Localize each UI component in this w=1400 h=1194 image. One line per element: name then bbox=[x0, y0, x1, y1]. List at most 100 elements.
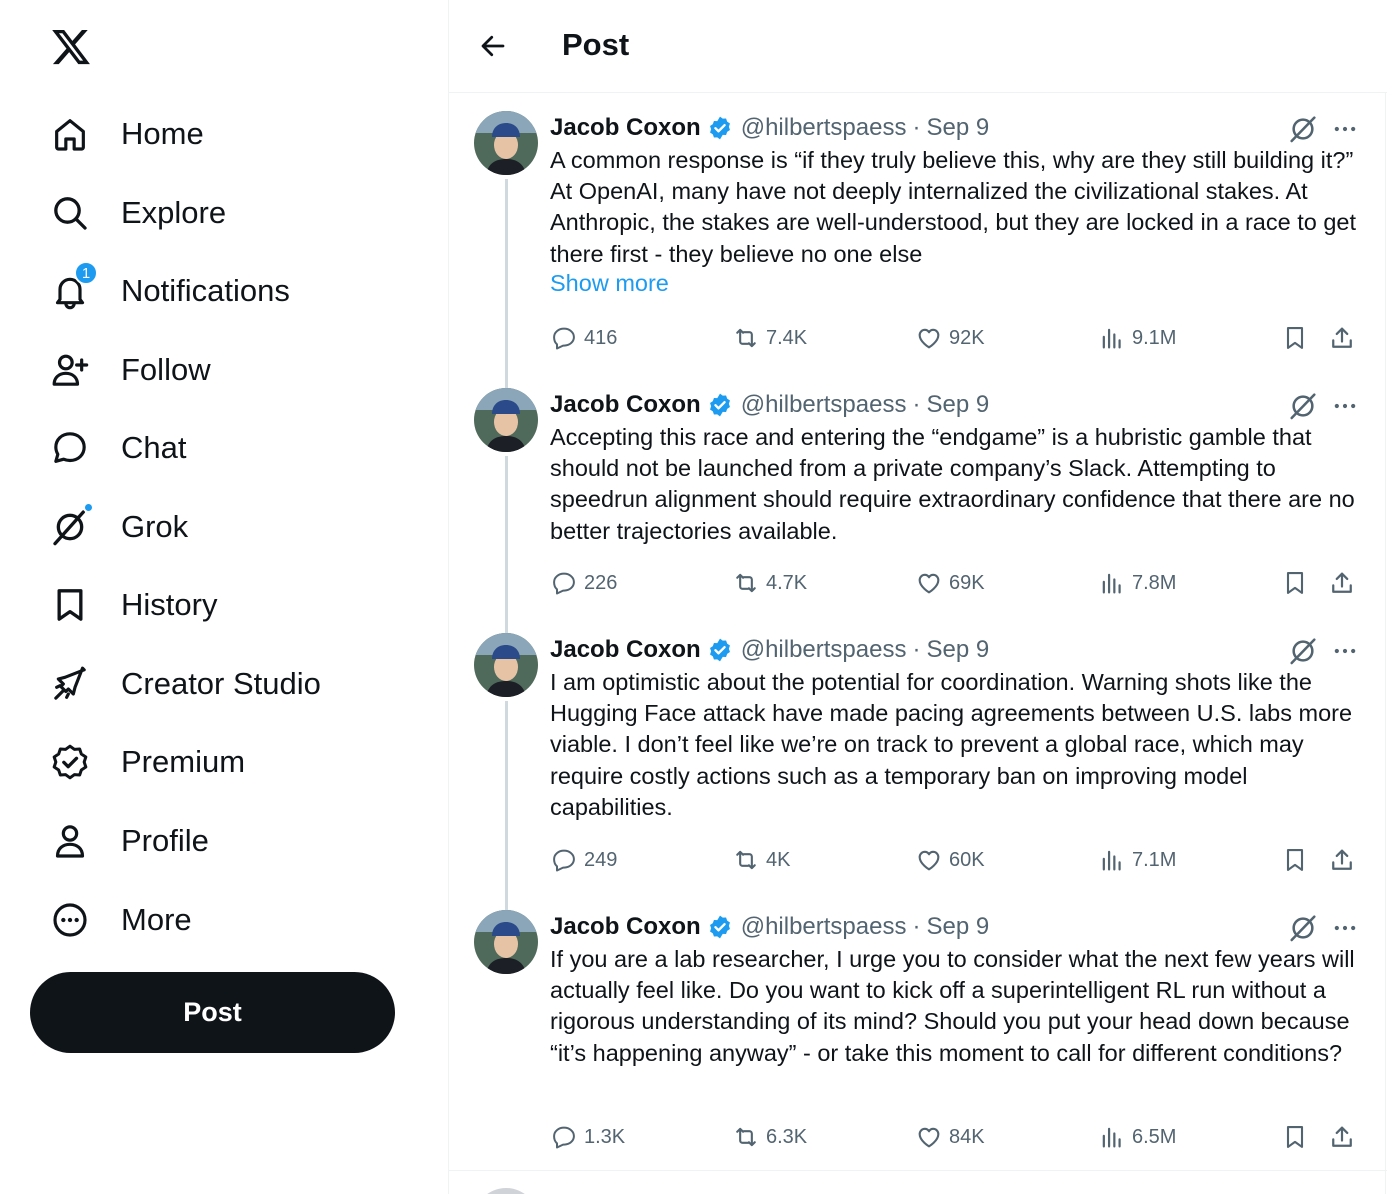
views-count: 7.1M bbox=[1132, 848, 1177, 871]
nav-chat[interactable]: Chat bbox=[48, 418, 186, 478]
reply-icon bbox=[553, 1126, 575, 1149]
share-icon bbox=[1332, 849, 1352, 870]
share-button[interactable] bbox=[1328, 320, 1356, 356]
repost-button[interactable]: 4.7K bbox=[732, 565, 807, 601]
views-button[interactable]: 9.1M bbox=[1098, 320, 1176, 356]
share-icon bbox=[1332, 1126, 1352, 1147]
reply-button[interactable]: 416 bbox=[550, 320, 617, 356]
back-arrow-icon[interactable] bbox=[473, 26, 513, 66]
bookmark-button[interactable] bbox=[1281, 842, 1309, 878]
grok-icon[interactable] bbox=[1287, 912, 1319, 944]
like-count: 92K bbox=[949, 326, 985, 349]
share-icon bbox=[1332, 572, 1352, 593]
more-options-icon[interactable] bbox=[1329, 390, 1361, 422]
grok-icon[interactable] bbox=[1287, 635, 1319, 667]
share-icon bbox=[1332, 327, 1352, 348]
like-button[interactable]: 92K bbox=[915, 320, 985, 356]
nav-home[interactable]: Home bbox=[48, 104, 204, 164]
more-options-icon[interactable] bbox=[1329, 113, 1361, 145]
heart-icon bbox=[918, 850, 940, 871]
like-button[interactable]: 84K bbox=[915, 1119, 985, 1155]
share-button[interactable] bbox=[1328, 565, 1356, 601]
author-handle[interactable]: @hilbertspaess bbox=[741, 114, 907, 142]
bookmark-button[interactable] bbox=[1281, 320, 1309, 356]
tweet-date[interactable]: Sep 9 bbox=[926, 913, 989, 941]
tweet-text: I am optimistic about the potential for … bbox=[550, 669, 1353, 820]
nav-notifications[interactable]: 1 Notifications bbox=[48, 261, 290, 321]
reply-button[interactable]: 226 bbox=[550, 565, 617, 601]
repost-icon bbox=[736, 850, 756, 870]
tweet-date[interactable]: Sep 9 bbox=[926, 114, 989, 142]
grok-icon[interactable] bbox=[1287, 113, 1319, 145]
views-button[interactable]: 6.5M bbox=[1098, 1119, 1176, 1155]
views-count: 7.8M bbox=[1132, 571, 1177, 594]
tweet-actions: 249 4K 60K 7.1M bbox=[550, 842, 1361, 878]
share-button[interactable] bbox=[1328, 842, 1356, 878]
tweet-header: Jacob Coxon @hilbertspaess · Sep 9 bbox=[550, 910, 989, 944]
author-handle[interactable]: @hilbertspaess bbox=[741, 913, 907, 941]
next-tweet-avatar[interactable] bbox=[474, 1188, 538, 1194]
bookmark-button[interactable] bbox=[1281, 565, 1309, 601]
nav-more[interactable]: More bbox=[48, 890, 192, 950]
nav-profile[interactable]: Profile bbox=[48, 811, 209, 871]
reply-icon bbox=[553, 327, 575, 350]
x-logo[interactable] bbox=[50, 26, 92, 68]
separator-dot: · bbox=[912, 913, 921, 940]
views-count: 6.5M bbox=[1132, 1125, 1177, 1148]
nav-explore[interactable]: Explore bbox=[48, 183, 226, 243]
more-options-icon[interactable] bbox=[1329, 912, 1361, 944]
tweet[interactable]: Jacob Coxon @hilbertspaess · Sep 9 Accep… bbox=[449, 370, 1387, 615]
avatar[interactable] bbox=[474, 388, 538, 452]
views-button[interactable]: 7.8M bbox=[1098, 565, 1176, 601]
reply-icon bbox=[553, 572, 575, 595]
views-icon bbox=[1102, 328, 1121, 349]
verified-icon bbox=[709, 116, 730, 140]
nav-creator-studio[interactable]: Creator Studio bbox=[48, 654, 321, 714]
nav-notifications-label: Notifications bbox=[121, 273, 290, 308]
nav-follow[interactable]: Follow bbox=[48, 340, 211, 400]
nav-history[interactable]: History bbox=[48, 575, 217, 635]
tweet-actions: 226 4.7K 69K 7.8M bbox=[550, 565, 1361, 601]
nav-more-label: More bbox=[121, 902, 192, 937]
repost-button[interactable]: 6.3K bbox=[732, 1119, 807, 1155]
tweet[interactable]: Jacob Coxon @hilbertspaess · Sep 9 If yo… bbox=[449, 892, 1387, 1170]
nav-premium[interactable]: Premium bbox=[48, 732, 245, 792]
show-more-link[interactable]: Show more bbox=[550, 270, 669, 297]
nav-grok-label: Grok bbox=[121, 509, 189, 544]
tweet[interactable]: Jacob Coxon @hilbertspaess · Sep 9 I am … bbox=[449, 615, 1387, 892]
bookmark-button[interactable] bbox=[1281, 1119, 1309, 1155]
views-button[interactable]: 7.1M bbox=[1098, 842, 1176, 878]
bookmark-icon bbox=[1286, 572, 1304, 594]
repost-button[interactable]: 4K bbox=[732, 842, 790, 878]
author-handle[interactable]: @hilbertspaess bbox=[741, 391, 907, 419]
author-name[interactable]: Jacob Coxon bbox=[550, 391, 701, 419]
heart-icon bbox=[918, 573, 940, 594]
thread-line bbox=[505, 370, 508, 388]
tweet-date[interactable]: Sep 9 bbox=[926, 391, 989, 419]
author-name[interactable]: Jacob Coxon bbox=[550, 913, 701, 941]
avatar[interactable] bbox=[474, 910, 538, 974]
tweet-text: A common response is “if they truly beli… bbox=[550, 147, 1356, 267]
tweet[interactable]: Jacob Coxon @hilbertspaess · Sep 9 A com… bbox=[449, 93, 1387, 370]
heart-icon bbox=[918, 328, 940, 349]
more-options-icon[interactable] bbox=[1329, 635, 1361, 667]
nav-premium-label: Premium bbox=[121, 744, 246, 779]
reply-button[interactable]: 1.3K bbox=[550, 1119, 625, 1155]
like-button[interactable]: 69K bbox=[915, 565, 985, 601]
nav-grok[interactable]: Grok bbox=[48, 497, 188, 557]
share-button[interactable] bbox=[1328, 1119, 1356, 1155]
separator-dot: · bbox=[912, 391, 921, 418]
tweet-date[interactable]: Sep 9 bbox=[926, 636, 989, 664]
author-handle[interactable]: @hilbertspaess bbox=[741, 636, 907, 664]
rocket-icon bbox=[48, 662, 92, 706]
thread-line bbox=[505, 456, 508, 615]
avatar[interactable] bbox=[474, 111, 538, 175]
avatar[interactable] bbox=[474, 633, 538, 697]
reply-button[interactable]: 249 bbox=[550, 842, 617, 878]
repost-button[interactable]: 7.4K bbox=[732, 320, 807, 356]
like-button[interactable]: 60K bbox=[915, 842, 985, 878]
author-name[interactable]: Jacob Coxon bbox=[550, 636, 701, 664]
author-name[interactable]: Jacob Coxon bbox=[550, 114, 701, 142]
grok-icon[interactable] bbox=[1287, 390, 1319, 422]
post-button[interactable]: Post bbox=[30, 972, 395, 1053]
